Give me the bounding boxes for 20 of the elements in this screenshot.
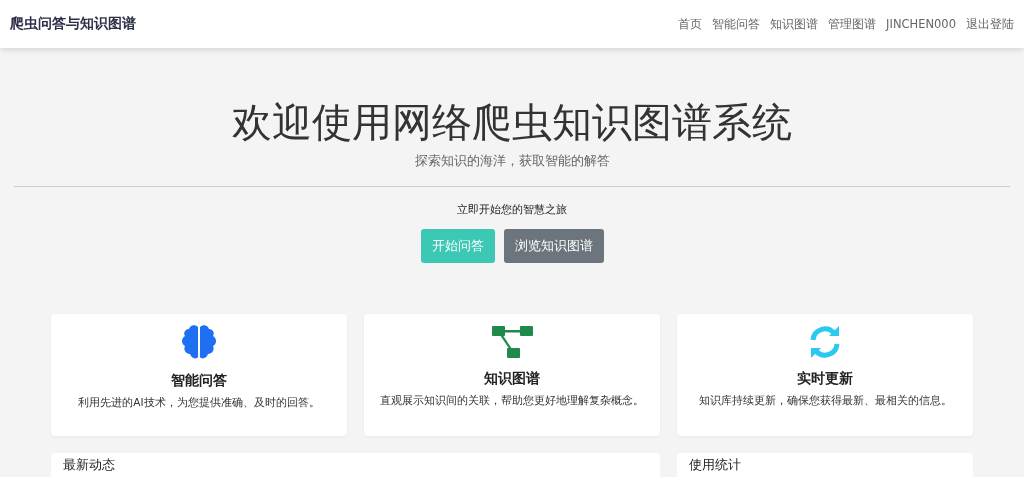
prompt-text: 立即开始您的智慧之旅 (457, 203, 567, 217)
nav-link[interactable]: JINCHEN000 (886, 16, 956, 32)
nav-link[interactable]: 首页 (678, 16, 703, 32)
hero-subtitle: 探索知识的海洋，获取智能的解答 (414, 152, 610, 170)
nav-link[interactable]: 智能问答 (712, 16, 761, 32)
feature-text: 知识库持续更新，确保您获得最新、最相关的信息。 (698, 394, 952, 408)
feature-title: 知识图谱 (484, 370, 540, 388)
nav-link[interactable]: 管理图谱 (828, 16, 877, 32)
feature-text: 直观展示知识间的关联，帮助您更好地理解复杂概念。 (380, 394, 644, 408)
brand-link[interactable]: 爬虫问答与知识图谱 (10, 15, 136, 33)
nav-link[interactable]: 退出登陆 (966, 16, 1014, 32)
panel-title: 使用统计 (689, 456, 742, 474)
hero-title: 欢迎使用网络爬虫知识图谱系统 (232, 98, 792, 147)
hierarchy-icon (490, 324, 534, 360)
feature-title: 实时更新 (797, 370, 853, 388)
feature-title: 智能问答 (171, 372, 227, 390)
nav-link[interactable]: 知识图谱 (770, 16, 819, 32)
browse-button[interactable]: 浏览知识图谱 (503, 229, 604, 263)
feature-text: 利用先进的AI技术，为您提供准确、及时的回答。 (78, 396, 320, 410)
panel-title: 最新动态 (63, 456, 116, 474)
